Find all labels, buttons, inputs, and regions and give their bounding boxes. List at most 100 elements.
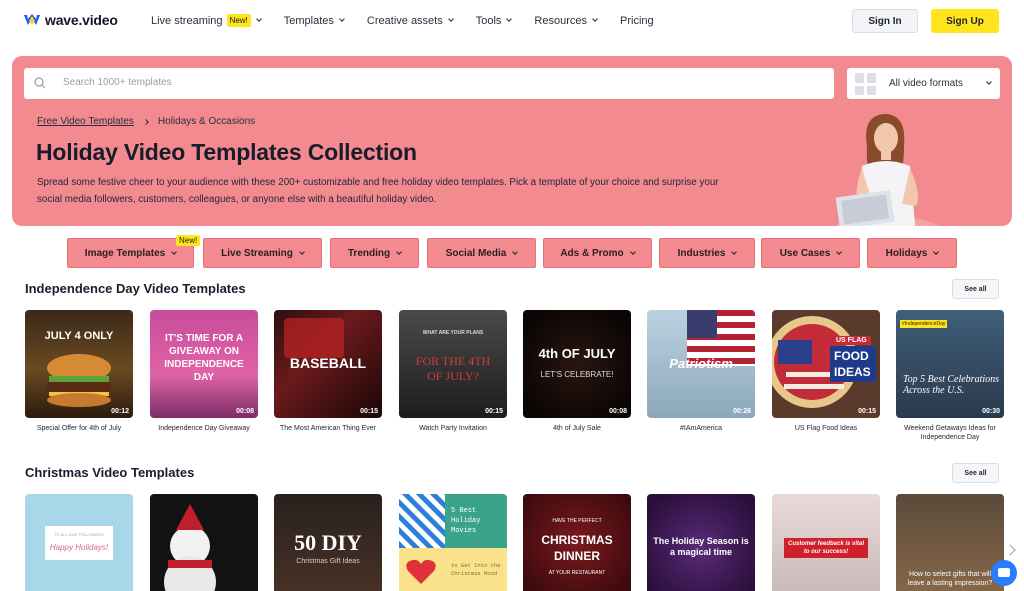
chevron-right-icon [143, 118, 149, 125]
template-overlay-subtext: WHAT ARE YOUR PLANS [422, 330, 484, 336]
snowman-image [164, 504, 216, 591]
baseball-cap-image [284, 318, 344, 358]
template-overlay-text: 50 DIY [294, 530, 362, 555]
template-card[interactable]: The Holiday Season is a magical time [647, 494, 755, 591]
chevron-down-icon [506, 16, 513, 22]
category-industries[interactable]: Industries [659, 238, 755, 268]
template-card[interactable]: 5 Best Holiday Movies to Get Into the Ch… [399, 494, 507, 591]
template-overlay-text: How to select gifts that will leave a la… [907, 571, 993, 587]
chevron-right-icon[interactable] [1004, 544, 1016, 556]
chevron-down-icon [836, 248, 843, 255]
duration-label: 00:26 [733, 408, 751, 415]
see-all-button[interactable]: See all [952, 463, 999, 483]
brand-logo[interactable]: wave.video [24, 12, 118, 28]
category-label: Social Media [445, 247, 507, 259]
chevron-down-icon [255, 16, 262, 22]
duration-label: 00:08 [236, 408, 254, 415]
category-live-streaming[interactable]: Live Streaming [203, 238, 322, 268]
template-overlay-text: Top 5 Best Celebrations Across the U.S. [903, 374, 1000, 396]
sign-in-button[interactable]: Sign In [852, 9, 918, 33]
template-overlay-text: IT'S TIME FOR A GIVEAWAY ON INDEPENDENCE… [164, 333, 244, 383]
template-overlay-text: BASEBALL [289, 355, 367, 371]
template-thumbnail: HAVE THE PERFECT CHRISTMAS DINNER AT YOU… [523, 494, 631, 591]
template-thumbnail: Patriotism 00:26 [647, 310, 755, 418]
category-label: Industries [677, 247, 726, 259]
template-overlay-text: FOOD IDEAS [830, 346, 876, 382]
template-thumbnail: 50 DIY Christmas Gift Ideas [274, 494, 382, 591]
duration-label: 00:08 [609, 408, 627, 415]
category-ads-promo[interactable]: Ads & Promo [543, 238, 652, 268]
template-thumbnail: TO ALL OUR FOLLOWERS Happy Holidays! [25, 494, 133, 591]
category-use-cases[interactable]: Use Cases [761, 238, 860, 268]
chevron-down-icon [629, 248, 636, 255]
nav-live-streaming[interactable]: Live streaming New! [151, 14, 262, 27]
breadcrumb-current: Holidays & Occasions [157, 116, 256, 127]
template-thumbnail: WHAT ARE YOUR PLANS FOR THE 4TH OF JULY?… [399, 310, 507, 418]
nav-label: Tools [475, 14, 502, 27]
template-card[interactable]: How to select gifts that will leave a la… [896, 494, 1004, 591]
category-holidays[interactable]: Holidays [867, 238, 957, 268]
template-caption: #IAmAmerica [679, 425, 722, 432]
wave-logo-icon [24, 14, 40, 25]
nav-resources[interactable]: Resources [534, 15, 598, 27]
template-overlay-text: Customer feedback is vital to our succes… [784, 538, 868, 558]
template-card[interactable]: Customer feedback is vital to our succes… [772, 494, 880, 591]
template-card[interactable]: BASEBALL 00:15 The Most American Thing E… [274, 310, 382, 433]
template-overlay-subtext: LET'S CELEBRATE! [540, 370, 614, 379]
template-card[interactable]: HAVE THE PERFECT CHRISTMAS DINNER AT YOU… [523, 494, 631, 591]
template-overlay-text: JULY 4 ONLY [44, 330, 114, 342]
template-card[interactable]: 50 DIY Christmas Gift Ideas [274, 494, 382, 591]
nav-pricing[interactable]: Pricing [620, 15, 654, 27]
chevron-down-icon [171, 248, 178, 255]
section-title: Christmas Video Templates [25, 465, 195, 480]
template-overlay-text: 5 Best Holiday Movies [451, 507, 481, 535]
see-all-button[interactable]: See all [952, 279, 999, 299]
page-description: Spread some festive cheer to your audien… [37, 177, 719, 205]
brand-name: wave.video [45, 12, 118, 28]
top-header: wave.video Live streaming New! Templates… [0, 0, 1024, 44]
template-overlay-text: The Holiday Season is a magical time [653, 536, 749, 557]
duration-label: 00:30 [982, 408, 1000, 415]
nav-tools[interactable]: Tools [475, 14, 513, 27]
template-thumbnail: How to select gifts that will leave a la… [896, 494, 1004, 591]
template-card[interactable]: JULY 4 ONLY 00:12 Special Offer for 4th … [25, 310, 133, 433]
category-social-media[interactable]: Social Media [427, 238, 536, 268]
template-overlay-subtext: to Get Into the Christmas Mood [451, 562, 501, 577]
nav-templates[interactable]: Templates [283, 14, 345, 27]
template-thumbnail: The Holiday Season is a magical time [647, 494, 755, 591]
category-trending[interactable]: Trending [330, 238, 419, 268]
formats-label: All video formats [889, 78, 963, 89]
template-overlay-subtext: HAVE THE PERFECT [552, 518, 602, 524]
template-caption: Weekend Getaways Ideas for Independence … [904, 425, 996, 441]
template-card[interactable]: IT'S TIME FOR A GIVEAWAY ON INDEPENDENCE… [150, 310, 258, 433]
sign-up-button[interactable]: Sign Up [931, 9, 999, 33]
hero-banner: Search 1000+ templates All video formats… [12, 56, 1012, 226]
template-thumbnail [150, 494, 258, 591]
breadcrumb: Free Video Templates Holidays & Occasion… [37, 116, 255, 127]
chevron-down-icon [933, 248, 940, 255]
search-input[interactable]: Search 1000+ templates [24, 68, 834, 99]
template-caption: US Flag Food Ideas [794, 425, 858, 432]
section-title: Independence Day Video Templates [25, 281, 246, 296]
chevron-down-icon [731, 248, 738, 255]
duration-label: 00:12 [111, 408, 129, 415]
template-card[interactable] [150, 494, 258, 591]
chevron-down-icon [986, 79, 992, 85]
chat-icon[interactable] [991, 560, 1017, 586]
template-card[interactable]: #IndependenceDay Top 5 Best Celebrations… [896, 310, 1004, 442]
template-card[interactable]: TO ALL OUR FOLLOWERS Happy Holidays! [25, 494, 133, 591]
template-caption: The Most American Thing Ever [280, 425, 376, 432]
category-image-templates[interactable]: Image Templates New! [67, 235, 201, 268]
heart-icon [406, 559, 436, 584]
template-card[interactable]: Patriotism 00:26 #IAmAmerica [647, 310, 755, 433]
nav-creative-assets[interactable]: Creative assets [367, 15, 454, 27]
template-card[interactable]: US FLAG FOOD IDEAS 00:15 US Flag Food Id… [772, 310, 880, 433]
breadcrumb-link[interactable]: Free Video Templates [37, 116, 134, 127]
nav-label: Templates [283, 14, 334, 27]
nav-label: Live streaming [151, 14, 223, 27]
template-thumbnail: 5 Best Holiday Movies to Get Into the Ch… [399, 494, 507, 591]
template-card[interactable]: 4th OF JULY LET'S CELEBRATE! 00:08 4th o… [523, 310, 631, 433]
video-formats-dropdown[interactable]: All video formats [847, 68, 1000, 99]
template-card[interactable]: WHAT ARE YOUR PLANS FOR THE 4TH OF JULY?… [399, 310, 507, 433]
category-label: Ads & Promo [560, 247, 624, 259]
